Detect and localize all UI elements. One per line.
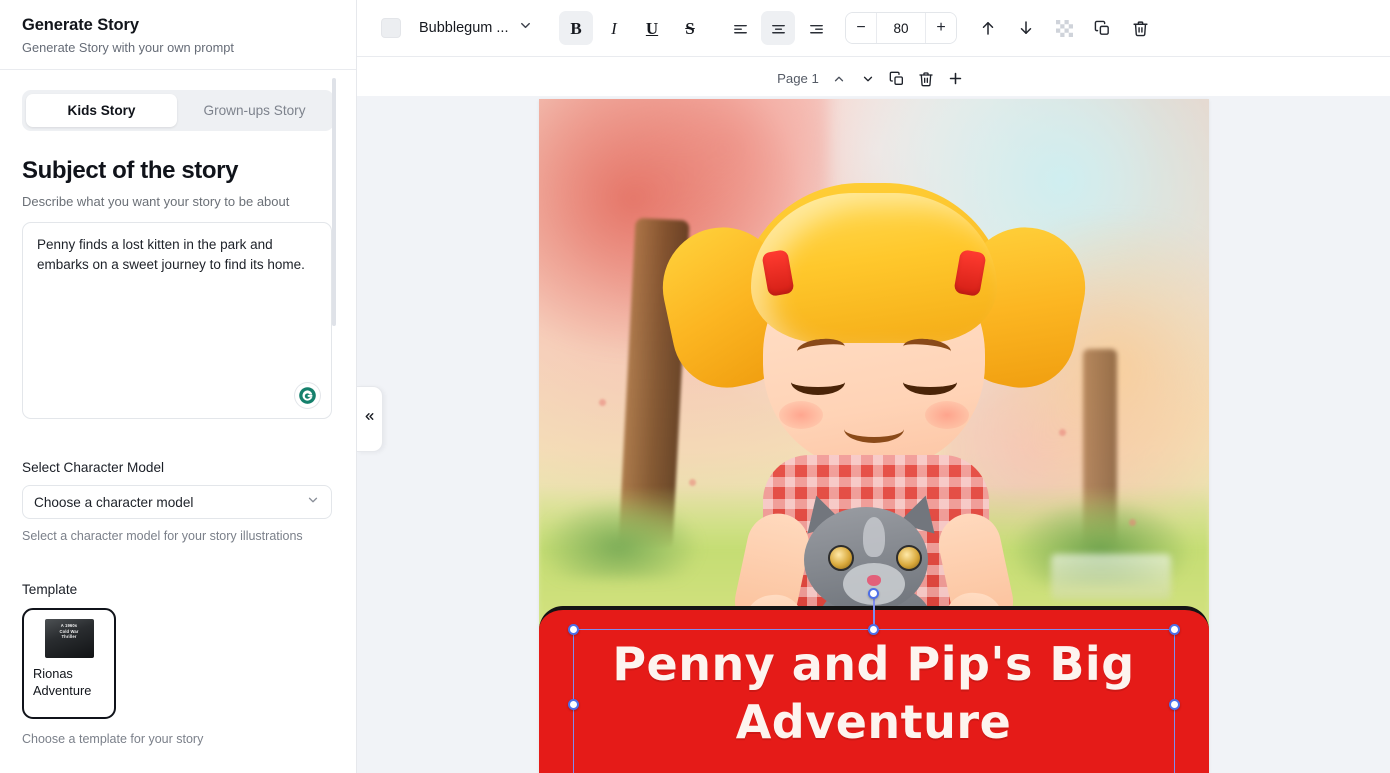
kitten-eye-left — [828, 545, 854, 571]
subject-description: Describe what you want your story to be … — [22, 194, 334, 209]
hedge-left — [539, 499, 699, 579]
chevron-double-left-icon — [363, 410, 376, 428]
align-right-icon — [808, 20, 825, 37]
bold-label: B — [570, 20, 581, 37]
arrow-up-icon — [979, 19, 997, 37]
template-thumb-line-3: Thriller — [45, 634, 94, 639]
template-card-rionas-adventure[interactable]: A 1960s Cold War Thriller Rionas Adventu… — [22, 608, 116, 719]
underline-button[interactable]: U — [635, 11, 669, 45]
bold-button[interactable]: B — [559, 11, 593, 45]
sidebar-collapse-button[interactable] — [357, 386, 383, 452]
cheek-right — [925, 401, 969, 429]
copy-icon — [889, 71, 905, 87]
kitten-nose — [867, 575, 881, 586]
delete-element-button[interactable] — [1123, 11, 1157, 45]
character-model-select[interactable]: Choose a character model — [22, 485, 332, 519]
font-size-value[interactable]: 80 — [876, 13, 926, 43]
align-center-icon — [770, 20, 787, 37]
template-thumb-line-2: Cold War — [45, 629, 94, 634]
chevron-down-icon — [861, 72, 875, 86]
subject-heading: Subject of the story — [22, 157, 334, 185]
template-label: Template — [22, 582, 334, 597]
font-size-decrease-button[interactable]: − — [846, 13, 876, 43]
underline-label: U — [646, 20, 658, 37]
page-subtitle: Generate Story with your own prompt — [22, 40, 334, 55]
app-root: Generate Story Generate Story with your … — [0, 0, 1390, 773]
chevron-down-icon — [518, 18, 533, 38]
copy-icon — [1094, 20, 1111, 37]
sidebar-body: Kids Story Grown-ups Story Subject of th… — [0, 70, 356, 773]
text-format-toolbar: Bubblegum ... B I U S — [357, 0, 1390, 57]
story-title-text[interactable]: Penny and Pip's Big Adventure — [539, 635, 1209, 751]
next-page-button[interactable] — [854, 64, 883, 93]
transparency-button[interactable] — [1047, 11, 1081, 45]
page-title: Generate Story — [22, 16, 334, 35]
sidebar-header: Generate Story Generate Story with your … — [0, 0, 356, 70]
template-thumb-line-1: A 1960s — [45, 623, 94, 628]
strikethrough-label: S — [685, 20, 694, 37]
bring-forward-button[interactable] — [971, 11, 1005, 45]
font-size-stepper: − 80 + — [845, 12, 957, 44]
smile — [844, 415, 904, 443]
template-thumbnail: A 1960s Cold War Thriller — [45, 619, 94, 658]
align-right-button[interactable] — [799, 11, 833, 45]
page-label: Page 1 — [777, 71, 819, 86]
character-model-label: Select Character Model — [22, 460, 334, 475]
story-type-tabs: Kids Story Grown-ups Story — [22, 90, 334, 131]
align-left-icon — [732, 20, 749, 37]
template-card-name: Rionas Adventure — [31, 665, 107, 699]
character-model-help: Select a character model for your story … — [22, 529, 334, 543]
cheek-left — [779, 401, 823, 429]
sidebar: Generate Story Generate Story with your … — [0, 0, 357, 773]
plus-icon — [947, 70, 964, 87]
tab-kids-story[interactable]: Kids Story — [26, 94, 177, 127]
editor-main: Bubblegum ... B I U S — [357, 0, 1390, 773]
girl-character — [679, 163, 1069, 683]
prompt-wrapper — [22, 222, 334, 424]
font-family-dropdown[interactable]: Bubblegum ... — [413, 13, 545, 43]
petal — [1129, 519, 1136, 526]
chevron-down-icon — [306, 493, 320, 512]
title-text-banner[interactable]: Penny and Pip's Big Adventure — [539, 606, 1209, 773]
story-prompt-input[interactable] — [22, 222, 332, 419]
align-center-button[interactable] — [761, 11, 795, 45]
page-navigation-bar: Page 1 — [357, 61, 1390, 96]
add-page-button[interactable] — [941, 64, 970, 93]
strikethrough-button[interactable]: S — [673, 11, 707, 45]
arrow-down-icon — [1017, 19, 1035, 37]
trash-icon — [1132, 20, 1149, 37]
align-left-button[interactable] — [723, 11, 757, 45]
character-model-value: Choose a character model — [34, 495, 193, 510]
eye-left — [791, 369, 845, 395]
story-page-1[interactable]: Penny and Pip's Big Adventure — [539, 99, 1209, 773]
tab-grownups-story[interactable]: Grown-ups Story — [179, 94, 330, 127]
grammarly-icon[interactable] — [295, 383, 320, 408]
send-backward-button[interactable] — [1009, 11, 1043, 45]
delete-page-button[interactable] — [912, 64, 941, 93]
kitten-blaze — [863, 517, 885, 557]
kitten-eye-right — [896, 545, 922, 571]
eye-right — [903, 369, 957, 395]
petal — [599, 399, 606, 406]
previous-page-button[interactable] — [825, 64, 854, 93]
checkerboard-icon — [1056, 20, 1073, 37]
duplicate-page-button[interactable] — [883, 64, 912, 93]
italic-label: I — [611, 20, 617, 37]
chevron-up-icon — [832, 72, 846, 86]
canvas-area[interactable]: Penny and Pip's Big Adventure — [357, 96, 1390, 773]
italic-button[interactable]: I — [597, 11, 631, 45]
duplicate-element-button[interactable] — [1085, 11, 1119, 45]
park-bench — [1051, 554, 1171, 600]
font-family-value: Bubblegum ... — [419, 20, 508, 36]
text-color-swatch[interactable] — [381, 18, 401, 38]
font-size-increase-button[interactable]: + — [926, 13, 956, 43]
template-help: Choose a template for your story — [22, 732, 334, 746]
trash-icon — [918, 71, 934, 87]
